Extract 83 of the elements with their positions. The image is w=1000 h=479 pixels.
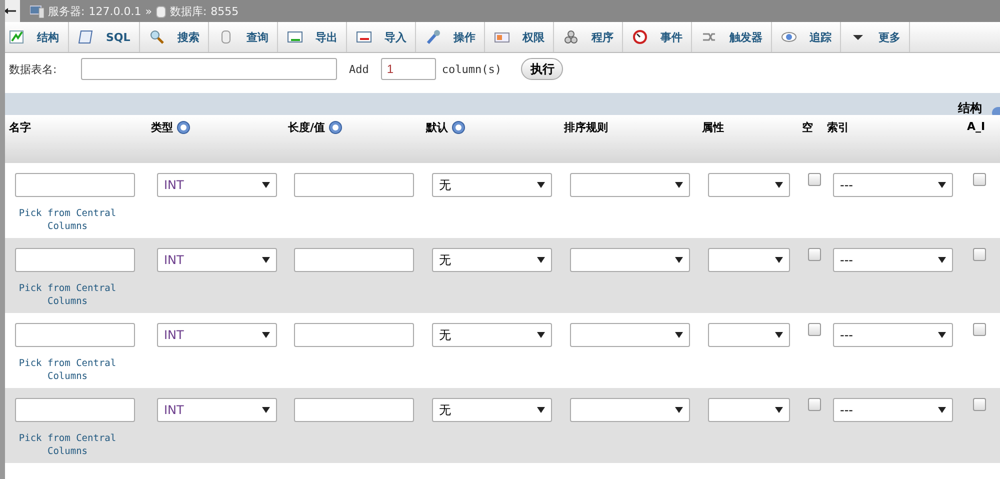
default-select[interactable]: 无 xyxy=(432,398,552,422)
attribute-select[interactable] xyxy=(708,323,790,347)
central-columns-link[interactable]: Pick from Central Columns xyxy=(15,207,120,233)
search-icon xyxy=(149,29,166,45)
table-name-field[interactable] xyxy=(81,58,337,80)
tab[interactable]: 查询 xyxy=(209,22,278,52)
server-label: 服务器: xyxy=(48,4,85,18)
null-checkbox[interactable] xyxy=(808,173,821,186)
auto-increment-checkbox[interactable] xyxy=(973,248,986,261)
tab[interactable]: 操作 xyxy=(416,22,486,52)
column-count-field[interactable]: 1 xyxy=(380,58,436,80)
column-name-field[interactable] xyxy=(15,173,135,197)
tab[interactable]: 导入 xyxy=(347,22,416,52)
type-select[interactable]: INT xyxy=(157,398,277,422)
tab[interactable]: 更多 xyxy=(841,22,910,52)
tab[interactable]: 结构 xyxy=(5,22,69,52)
attribute-select[interactable] xyxy=(708,398,790,422)
type-select[interactable]: INT xyxy=(157,173,277,197)
column-header: 索引 xyxy=(827,120,849,135)
database-icon xyxy=(156,4,166,18)
index-select[interactable]: --- xyxy=(833,398,953,422)
index-select[interactable]: --- xyxy=(833,323,953,347)
server-icon xyxy=(30,4,44,18)
tab[interactable]: SQL xyxy=(69,22,140,52)
breadcrumb-separator: » xyxy=(145,4,152,18)
structure-label: 结构 xyxy=(958,100,982,117)
collation-select[interactable] xyxy=(570,398,690,422)
tab[interactable]: 触发器 xyxy=(692,22,772,52)
type-select[interactable]: INT xyxy=(157,323,277,347)
index-select[interactable]: --- xyxy=(833,248,953,272)
default-select[interactable]: 无 xyxy=(432,323,552,347)
import-icon xyxy=(356,29,372,45)
column-header: 长度/值 xyxy=(288,120,326,135)
central-columns-link[interactable]: Pick from Central Columns xyxy=(15,432,120,458)
column-header: 名字 xyxy=(9,120,31,135)
column-header: 空 xyxy=(802,120,813,135)
gears-icon xyxy=(563,29,580,45)
attribute-select[interactable] xyxy=(708,173,790,197)
column-header: 类型 xyxy=(151,120,173,135)
central-columns-link[interactable]: Pick from Central Columns xyxy=(15,357,120,383)
tab[interactable]: 事件 xyxy=(623,22,692,52)
tab[interactable]: 导出 xyxy=(278,22,348,52)
collation-select[interactable] xyxy=(570,323,690,347)
add-label: Add xyxy=(349,62,369,76)
index-select[interactable]: --- xyxy=(833,173,953,197)
attribute-select[interactable] xyxy=(708,248,790,272)
table-name-label: 数据表名: xyxy=(9,62,58,76)
central-columns-link[interactable]: Pick from Central Columns xyxy=(15,282,120,308)
database-label: 数据库: xyxy=(170,4,207,18)
eye-icon xyxy=(781,29,798,45)
auto-increment-checkbox[interactable] xyxy=(973,398,986,411)
chart-icon xyxy=(9,29,25,45)
tab[interactable]: 程序 xyxy=(554,22,624,52)
wrench-icon xyxy=(425,29,442,45)
collation-select[interactable] xyxy=(570,173,690,197)
go-button[interactable]: 执行 xyxy=(521,58,564,80)
tab[interactable]: 权限 xyxy=(485,22,554,52)
column-header: A_I xyxy=(967,120,986,133)
export-icon xyxy=(287,29,304,45)
column-header: 排序规则 xyxy=(564,120,608,135)
auto-increment-checkbox[interactable] xyxy=(973,173,986,186)
length-field[interactable] xyxy=(294,323,414,347)
type-select[interactable]: INT xyxy=(157,248,277,272)
length-field[interactable] xyxy=(294,248,414,272)
tab[interactable]: 搜索 xyxy=(140,22,210,52)
scroll-icon xyxy=(78,29,94,45)
auto-increment-checkbox[interactable] xyxy=(973,323,986,336)
column-name-field[interactable] xyxy=(15,323,135,347)
null-checkbox[interactable] xyxy=(808,248,821,261)
length-field[interactable] xyxy=(294,173,414,197)
column-unit-label: column(s) xyxy=(442,62,502,76)
column-header: 默认 xyxy=(426,120,448,135)
default-select[interactable]: 无 xyxy=(432,173,552,197)
null-checkbox[interactable] xyxy=(808,398,821,411)
null-checkbox[interactable] xyxy=(808,323,821,336)
collation-select[interactable] xyxy=(570,248,690,272)
tab[interactable]: 追踪 xyxy=(772,22,842,52)
column-name-field[interactable] xyxy=(15,398,135,422)
default-select[interactable]: 无 xyxy=(432,248,552,272)
column-header: 属性 xyxy=(702,120,724,135)
length-field[interactable] xyxy=(294,398,414,422)
column-name-field[interactable] xyxy=(15,248,135,272)
clock-icon xyxy=(632,29,648,45)
